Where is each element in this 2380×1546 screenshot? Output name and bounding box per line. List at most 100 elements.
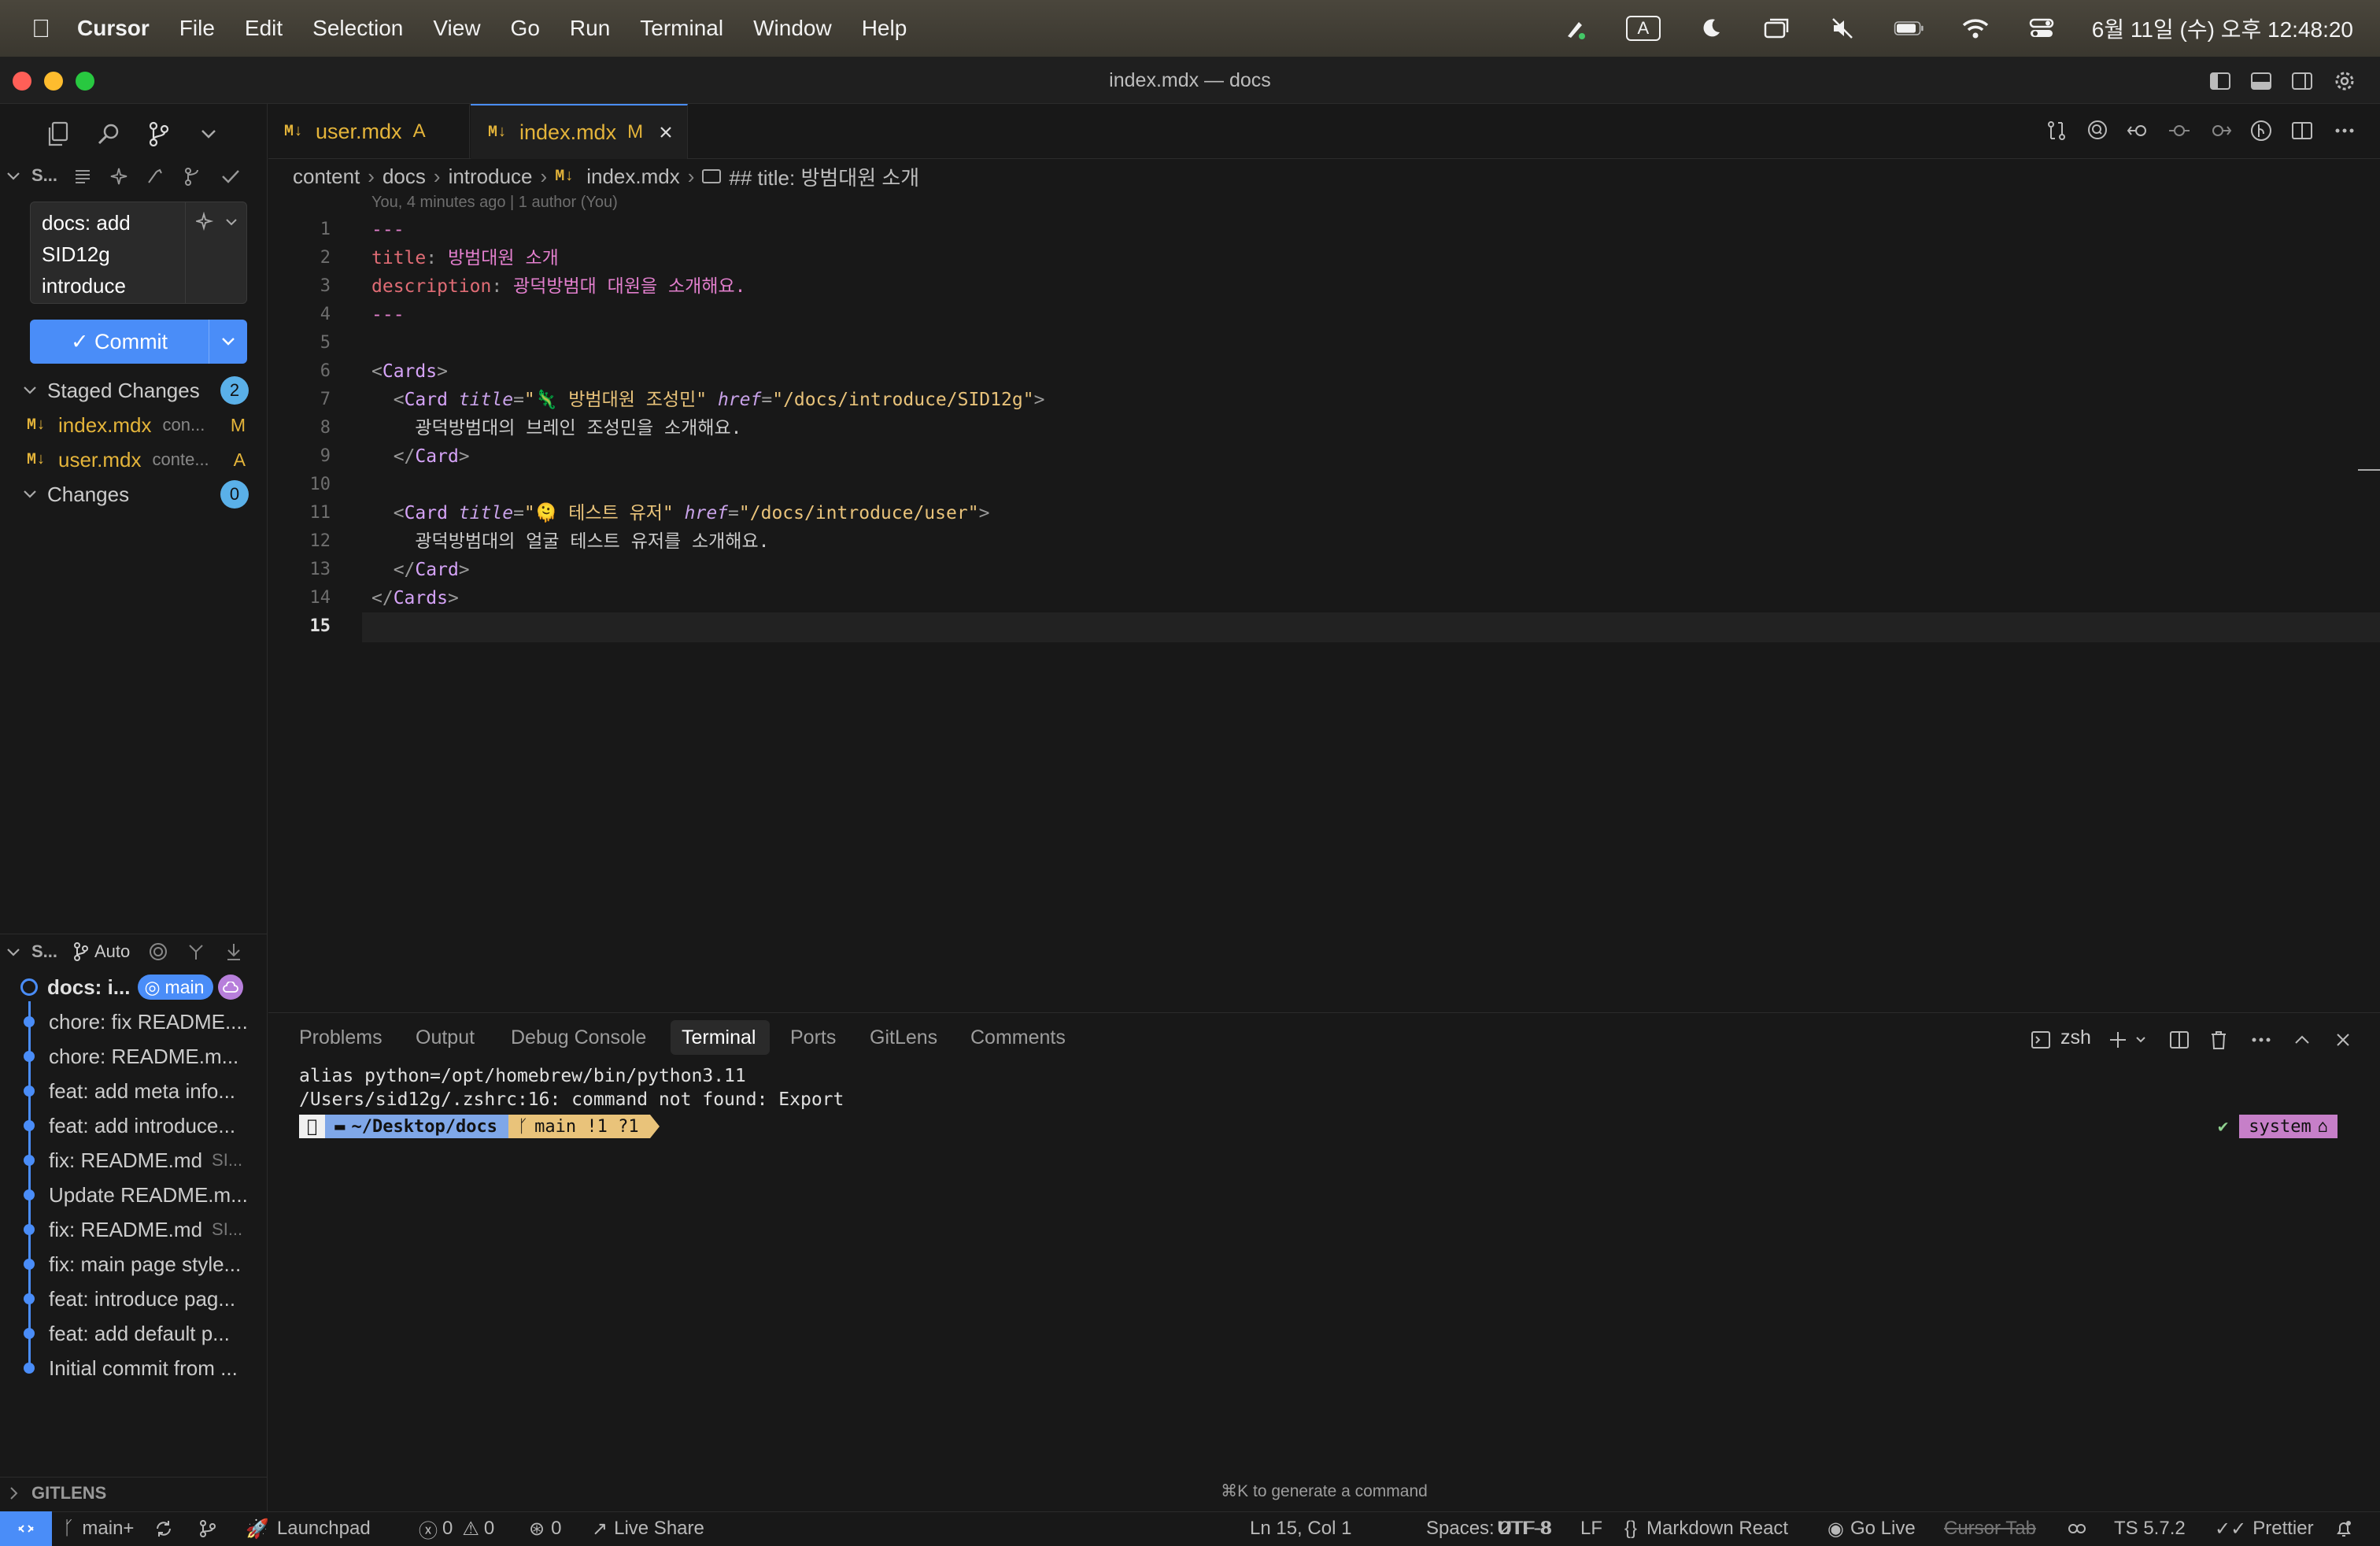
- terminal-shell-name[interactable]: zsh: [2060, 1026, 2091, 1049]
- scm-section-title[interactable]: S...: [31, 165, 57, 186]
- wifi-icon[interactable]: [1960, 13, 1991, 44]
- status-cursor-tab[interactable]: Cursor Tab: [1944, 1511, 2036, 1546]
- graph-commit[interactable]: chore: README.m...: [0, 1039, 268, 1074]
- menu-file[interactable]: File: [179, 16, 215, 41]
- previous-change-icon[interactable]: [2125, 117, 2152, 145]
- menu-window[interactable]: Window: [753, 16, 832, 41]
- status-ts-version[interactable]: TS 5.7.2: [2114, 1511, 2186, 1546]
- window-stack-icon[interactable]: [1761, 13, 1793, 44]
- pull-icon[interactable]: [222, 940, 246, 963]
- status-launchpad[interactable]: 🚀 Launchpad: [246, 1511, 371, 1546]
- graph-commit[interactable]: feat: add introduce...: [0, 1108, 268, 1143]
- views-chevron-down-icon[interactable]: [195, 118, 222, 150]
- graph-commit[interactable]: chore: fix README....: [0, 1004, 268, 1039]
- commit-button[interactable]: ✓ Commit: [30, 320, 247, 364]
- merge-icon[interactable]: [181, 164, 205, 189]
- graph-head-commit[interactable]: docs: i... ◎ main: [0, 970, 268, 1004]
- battery-icon[interactable]: [1894, 13, 1925, 44]
- toggle-sidebar-icon[interactable]: [2207, 68, 2234, 94]
- status-eol[interactable]: LF: [1580, 1511, 1602, 1546]
- graph-commit[interactable]: Initial commit from ...: [0, 1351, 268, 1385]
- code-line[interactable]: <Cards>: [371, 357, 448, 386]
- status-go-live[interactable]: ◉ Go Live: [1828, 1511, 1916, 1546]
- fetch-icon[interactable]: [184, 940, 208, 963]
- open-changes-icon[interactable]: [2043, 117, 2070, 145]
- code-line[interactable]: 광덕방범대의 브레인 조성민을 소개해요.: [371, 414, 741, 442]
- graph-status-icon[interactable]: [198, 1511, 217, 1546]
- pen-icon[interactable]: [1560, 13, 1591, 44]
- code-line[interactable]: description: 광덕방범대 대원을 소개해요.: [371, 272, 746, 301]
- timeline-icon[interactable]: [2248, 117, 2275, 145]
- panel-tab-output[interactable]: Output: [416, 1026, 475, 1049]
- kill-terminal-trash-icon[interactable]: [2207, 1028, 2230, 1052]
- control-center-icon[interactable]: [2026, 13, 2057, 44]
- settings-gear-icon[interactable]: [2331, 68, 2358, 94]
- menubar-clock[interactable]: 6월 11일 (수) 오후 12:48:20: [2092, 13, 2353, 44]
- code-line[interactable]: </Card>: [371, 442, 470, 471]
- chat-search-icon[interactable]: [2084, 117, 2111, 145]
- status-ports[interactable]: ⊛ 0: [529, 1511, 561, 1546]
- commit-message-text[interactable]: docs: add SID12g introduce: [42, 207, 183, 301]
- panel-tab-debug-console[interactable]: Debug Console: [511, 1026, 646, 1049]
- toggle-panel-icon[interactable]: [2248, 68, 2275, 94]
- graph-commit[interactable]: fix: main page style...: [0, 1247, 268, 1282]
- apple-icon[interactable]: : [31, 14, 50, 43]
- status-live-share[interactable]: ↗ Live Share: [592, 1511, 704, 1546]
- branch-badge[interactable]: ◎ main: [138, 975, 214, 1000]
- cloud-remote-icon[interactable]: [218, 975, 244, 1000]
- menu-edit[interactable]: Edit: [245, 16, 283, 41]
- search-icon[interactable]: [93, 118, 124, 150]
- graph-commit[interactable]: fix: README.md SI...: [0, 1143, 268, 1178]
- breadcrumb-docs[interactable]: docs: [382, 165, 426, 189]
- breadcrumb-introduce[interactable]: introduce: [449, 165, 533, 189]
- input-source-icon[interactable]: A: [1625, 16, 1661, 41]
- panel-tab-problems[interactable]: Problems: [299, 1026, 382, 1049]
- status-encoding[interactable]: UTF-8: [1497, 1511, 1550, 1546]
- code-line[interactable]: ---: [371, 216, 405, 244]
- breadcrumb-symbol[interactable]: ## title: 방범대원 소개: [729, 162, 919, 191]
- code-line[interactable]: <Card title="🦎 방범대원 조성민" href="/docs/int…: [371, 386, 1045, 414]
- panel-tab-terminal-active[interactable]: Terminal: [682, 1026, 756, 1049]
- tab-user-mdx[interactable]: M↓ user.mdx A: [268, 104, 470, 159]
- more-actions-icon[interactable]: [2331, 117, 2358, 145]
- notifications-bell-icon[interactable]: [2334, 1511, 2353, 1546]
- split-terminal-icon[interactable]: [2168, 1028, 2191, 1052]
- code-line[interactable]: title: 방범대원 소개: [371, 244, 559, 272]
- ai-generate-message-icon[interactable]: [193, 210, 220, 234]
- menu-help[interactable]: Help: [862, 16, 907, 41]
- ai-sparkle-icon[interactable]: [107, 164, 131, 189]
- close-panel-icon[interactable]: [2331, 1028, 2355, 1052]
- next-change-icon[interactable]: [2207, 117, 2234, 145]
- status-cursor-position[interactable]: Ln 15, Col 1: [1250, 1511, 1351, 1546]
- panel-more-icon[interactable]: [2249, 1028, 2273, 1052]
- scrollbar-marker[interactable]: [2358, 469, 2380, 471]
- gitlens-section-title[interactable]: GITLENS: [31, 1483, 106, 1503]
- panel-tab-comments[interactable]: Comments: [970, 1026, 1066, 1049]
- changes-header[interactable]: Changes 0: [0, 477, 268, 512]
- list-view-icon[interactable]: [71, 164, 94, 189]
- graph-commit[interactable]: feat: introduce pag...: [0, 1282, 268, 1316]
- menu-terminal[interactable]: Terminal: [640, 16, 723, 41]
- blame-annotation[interactable]: You, 4 minutes ago | 1 author (You): [371, 194, 618, 212]
- checkmark-icon[interactable]: [219, 164, 242, 189]
- panel-tab-gitlens[interactable]: GitLens: [870, 1026, 937, 1049]
- generate-commit-icon[interactable]: [143, 164, 167, 189]
- terminal-prompt[interactable]:  ▬~/Desktop/docs ᚴmain !1 ?1: [299, 1115, 660, 1138]
- commit-dropdown-chevron-icon[interactable]: [209, 320, 247, 364]
- commit-node-icon[interactable]: [2166, 117, 2193, 145]
- terminal-dropdown-chevron-icon[interactable]: [2131, 1028, 2150, 1052]
- maximize-panel-chevron-icon[interactable]: [2290, 1028, 2314, 1052]
- sync-icon[interactable]: [154, 1511, 173, 1546]
- staged-file-user[interactable]: M↓ user.mdx conte... A: [0, 442, 268, 477]
- status-problems[interactable]: ⓧ 0 ⚠ 0: [419, 1511, 494, 1546]
- graph-commit[interactable]: fix: README.md SI...: [0, 1212, 268, 1247]
- graph-commit[interactable]: feat: add meta info...: [0, 1074, 268, 1108]
- status-language[interactable]: {} Markdown React: [1624, 1511, 1788, 1546]
- panel-tab-ports[interactable]: Ports: [790, 1026, 836, 1049]
- breadcrumb-file[interactable]: index.mdx: [586, 165, 680, 189]
- tab-index-mdx[interactable]: M↓ index.mdx M: [471, 104, 688, 159]
- ai-options-chevron-icon[interactable]: [221, 210, 242, 234]
- scm-collapse-chevron-icon[interactable]: [5, 167, 22, 186]
- mute-icon[interactable]: [1828, 13, 1859, 44]
- remote-indicator-icon[interactable]: [0, 1511, 52, 1546]
